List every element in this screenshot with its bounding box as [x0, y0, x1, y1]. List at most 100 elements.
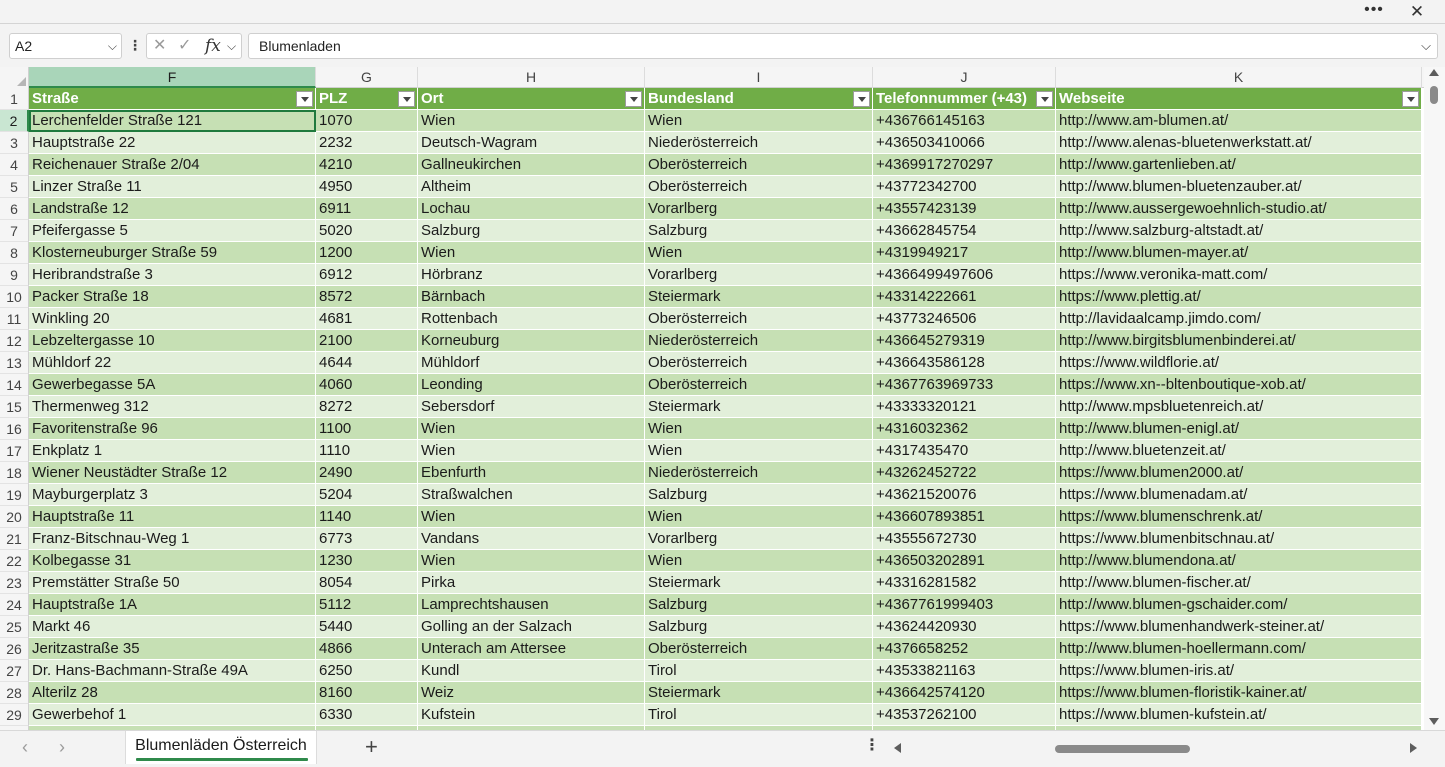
table-cell[interactable]: +436766145163 [873, 110, 1056, 132]
table-cell[interactable]: +4367763969733 [873, 374, 1056, 396]
table-cell[interactable]: Hauptstraße 11 [29, 506, 316, 528]
table-cell[interactable]: Oberösterreich [645, 176, 873, 198]
table-cell[interactable]: Steiermark [645, 572, 873, 594]
table-cell[interactable]: 6773 [316, 528, 418, 550]
name-box[interactable]: A2 ⌵ [9, 33, 122, 59]
table-cell[interactable]: Bärnbach [418, 286, 645, 308]
table-cell[interactable]: +4376658252 [873, 638, 1056, 660]
table-cell[interactable]: Wien [418, 418, 645, 440]
row-header[interactable]: 21 [0, 528, 29, 550]
table-header-cell[interactable]: Bundesland [645, 88, 873, 110]
row-header[interactable]: 18 [0, 462, 29, 484]
table-cell[interactable]: +43557423139 [873, 198, 1056, 220]
table-cell[interactable]: Oberösterreich [645, 638, 873, 660]
table-cell[interactable]: Wien [418, 242, 645, 264]
table-cell[interactable]: 5440 [316, 616, 418, 638]
column-header-f[interactable]: F [29, 67, 316, 88]
cancel-icon[interactable]: ✕ [153, 34, 166, 58]
table-header-cell[interactable]: Ort [418, 88, 645, 110]
sheet-tab-active[interactable]: Blumenläden Österreich [125, 731, 317, 764]
table-cell[interactable]: Lebzeltergasse 10 [29, 330, 316, 352]
table-cell[interactable]: Gallneukirchen [418, 154, 645, 176]
table-cell[interactable]: http://www.blumen-enigl.at/ [1056, 418, 1422, 440]
table-cell[interactable]: Gewerbegasse 5A [29, 374, 316, 396]
table-cell[interactable]: Oberösterreich [645, 308, 873, 330]
table-cell[interactable]: Lochau [418, 198, 645, 220]
scroll-down-icon[interactable] [1429, 718, 1439, 725]
scroll-left-icon[interactable] [894, 743, 901, 753]
row-header[interactable]: 10 [0, 286, 29, 308]
table-cell[interactable]: Korneuburg [418, 330, 645, 352]
table-cell[interactable]: 8160 [316, 682, 418, 704]
row-header[interactable]: 11 [0, 308, 29, 330]
table-cell[interactable]: Winkling 20 [29, 308, 316, 330]
table-cell[interactable]: +43621520076 [873, 484, 1056, 506]
table-cell[interactable]: Lamprechtshausen [418, 594, 645, 616]
table-cell[interactable]: Enkplatz 1 [29, 440, 316, 462]
table-cell[interactable]: http://www.aussergewoehnlich-studio.at/ [1056, 198, 1422, 220]
table-cell[interactable]: Markt 46 [29, 616, 316, 638]
row-header[interactable]: 19 [0, 484, 29, 506]
table-cell[interactable]: +4319949217 [873, 242, 1056, 264]
table-cell[interactable]: +436642574120 [873, 682, 1056, 704]
table-cell[interactable]: Hauptstraße 1A [29, 594, 316, 616]
more-options-button[interactable]: ••• [1360, 0, 1388, 24]
table-cell[interactable]: http://lavidaalcamp.jimdo.com/ [1056, 308, 1422, 330]
table-cell[interactable]: https://www.blumen-iris.at/ [1056, 660, 1422, 682]
table-cell[interactable]: +43624420930 [873, 616, 1056, 638]
table-cell[interactable]: Tirol [645, 704, 873, 726]
table-cell[interactable]: http://www.birgitsblumenbinderei.at/ [1056, 330, 1422, 352]
table-cell[interactable]: 6912 [316, 264, 418, 286]
select-all-corner[interactable] [0, 67, 29, 88]
table-cell[interactable]: https://www.xn--bltenboutique-xob.at/ [1056, 374, 1422, 396]
table-cell[interactable]: Hörbranz [418, 264, 645, 286]
table-cell[interactable]: Niederösterreich [645, 462, 873, 484]
table-cell[interactable]: +4316032362 [873, 418, 1056, 440]
table-cell[interactable]: Landstraße 12 [29, 198, 316, 220]
table-cell[interactable]: Salzburg [645, 484, 873, 506]
table-cell[interactable]: +43533821163 [873, 660, 1056, 682]
table-cell[interactable]: +43537262100 [873, 704, 1056, 726]
filter-dropdown-icon[interactable] [398, 91, 415, 107]
table-cell[interactable]: 2100 [316, 330, 418, 352]
table-cell[interactable]: Kolbegasse 31 [29, 550, 316, 572]
table-cell[interactable]: Wien [645, 418, 873, 440]
table-cell[interactable]: Heribrandstraße 3 [29, 264, 316, 286]
table-cell[interactable]: Wien [418, 440, 645, 462]
row-header[interactable]: 5 [0, 176, 29, 198]
row-header[interactable]: 20 [0, 506, 29, 528]
table-cell[interactable]: +43333320121 [873, 396, 1056, 418]
table-cell[interactable]: Mühldorf 22 [29, 352, 316, 374]
chevron-down-icon[interactable]: ⌵ [108, 34, 117, 58]
vertical-scrollbar[interactable] [1424, 67, 1445, 730]
table-cell[interactable]: +43662845754 [873, 220, 1056, 242]
table-cell[interactable]: 2490 [316, 462, 418, 484]
table-cell[interactable]: 8572 [316, 286, 418, 308]
table-cell[interactable]: http://www.mpsbluetenreich.at/ [1056, 396, 1422, 418]
table-header-cell[interactable]: PLZ [316, 88, 418, 110]
table-cell[interactable]: Salzburg [645, 220, 873, 242]
table-cell[interactable]: +436643586128 [873, 352, 1056, 374]
table-cell[interactable]: +4367761999403 [873, 594, 1056, 616]
table-cell[interactable]: Premstätter Straße 50 [29, 572, 316, 594]
table-cell[interactable]: 1140 [316, 506, 418, 528]
table-cell[interactable]: Wien [645, 550, 873, 572]
formula-bar-more-icon[interactable]: ⋮ [128, 34, 142, 58]
table-cell[interactable]: Kundl [418, 660, 645, 682]
table-cell[interactable]: https://www.blumen2000.at/ [1056, 462, 1422, 484]
row-header[interactable]: 3 [0, 132, 29, 154]
table-cell[interactable]: Niederösterreich [645, 132, 873, 154]
table-cell[interactable]: http://www.bluetenzeit.at/ [1056, 440, 1422, 462]
previous-sheet-icon[interactable]: ‹ [22, 737, 28, 758]
row-header[interactable]: 4 [0, 154, 29, 176]
row-header[interactable]: 28 [0, 682, 29, 704]
row-header[interactable]: 8 [0, 242, 29, 264]
scroll-right-icon[interactable] [1410, 743, 1417, 753]
table-cell[interactable]: Salzburg [645, 616, 873, 638]
sheet-bar-more-icon[interactable]: ⋮ [864, 735, 880, 755]
table-cell[interactable]: +43773246506 [873, 308, 1056, 330]
table-cell[interactable]: Ebenfurth [418, 462, 645, 484]
table-cell[interactable]: Wien [645, 506, 873, 528]
table-cell[interactable]: Wien [418, 506, 645, 528]
table-cell[interactable]: Wiener Neustädter Straße 12 [29, 462, 316, 484]
